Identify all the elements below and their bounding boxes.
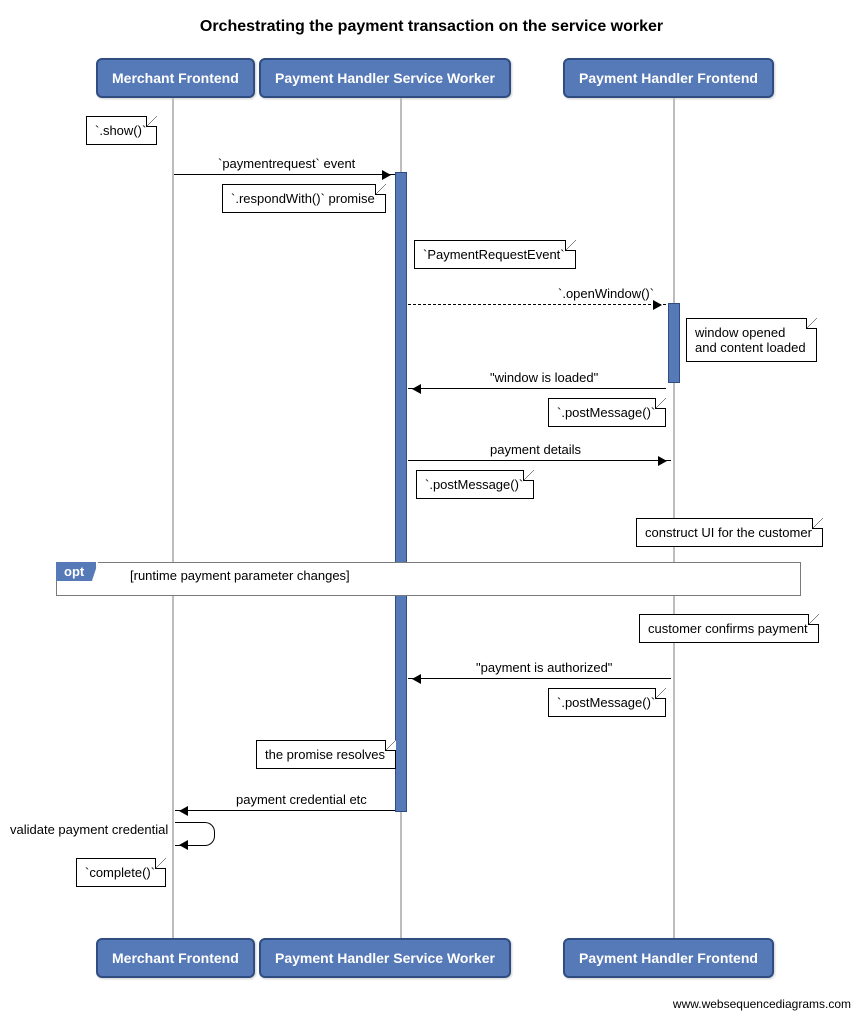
selfmsg-validate xyxy=(175,822,215,846)
note-postmessage-1: `.postMessage()` xyxy=(548,398,666,427)
actor-frontend-bottom: Payment Handler Frontend xyxy=(563,938,774,978)
note-promise-resolves: the promise resolves xyxy=(256,740,396,769)
note-postmessage-2: `.postMessage()` xyxy=(416,470,534,499)
actor-merchant-top: Merchant Frontend xyxy=(96,58,255,98)
label-window-loaded: "window is loaded" xyxy=(490,370,598,385)
label-openwindow: `.openWindow()` xyxy=(558,286,654,301)
opt-condition: [runtime payment parameter changes] xyxy=(130,568,350,583)
diagram-title: Orchestrating the payment transaction on… xyxy=(0,18,863,36)
actor-sw-bottom: Payment Handler Service Worker xyxy=(259,938,511,978)
note-window-opened: window opened and content loaded xyxy=(686,318,817,362)
arrow-openwindow xyxy=(408,304,666,305)
note-construct-ui: construct UI for the customer xyxy=(636,518,823,547)
note-postmessage-3: `.postMessage()` xyxy=(548,688,666,717)
note-complete: `complete()` xyxy=(76,858,166,887)
note-show: `.show()` xyxy=(86,116,157,145)
actor-merchant-bottom: Merchant Frontend xyxy=(96,938,255,978)
label-payment-cred: payment credential etc xyxy=(236,792,367,807)
label-validate: validate payment credential xyxy=(10,822,168,837)
actor-frontend-top: Payment Handler Frontend xyxy=(563,58,774,98)
arrow-payment-details xyxy=(408,460,671,461)
activation-sw xyxy=(395,172,407,812)
label-paymentrequest: `paymentrequest` event xyxy=(218,156,355,171)
arrow-payment-auth xyxy=(408,678,671,679)
label-payment-details: payment details xyxy=(490,442,581,457)
footer-credit: www.websequencediagrams.com xyxy=(673,997,851,1011)
note-customer-confirms: customer confirms payment xyxy=(639,614,819,643)
arrow-payment-cred xyxy=(175,810,395,811)
note-respondwith: `.respondWith()` promise xyxy=(222,184,386,213)
activation-frontend xyxy=(668,303,680,383)
label-payment-auth: "payment is authorized" xyxy=(476,660,612,675)
note-pre: `PaymentRequestEvent` xyxy=(414,240,576,269)
arrow-window-loaded xyxy=(408,388,666,389)
actor-sw-top: Payment Handler Service Worker xyxy=(259,58,511,98)
arrow-paymentrequest xyxy=(174,174,395,175)
opt-label: opt xyxy=(56,562,98,581)
